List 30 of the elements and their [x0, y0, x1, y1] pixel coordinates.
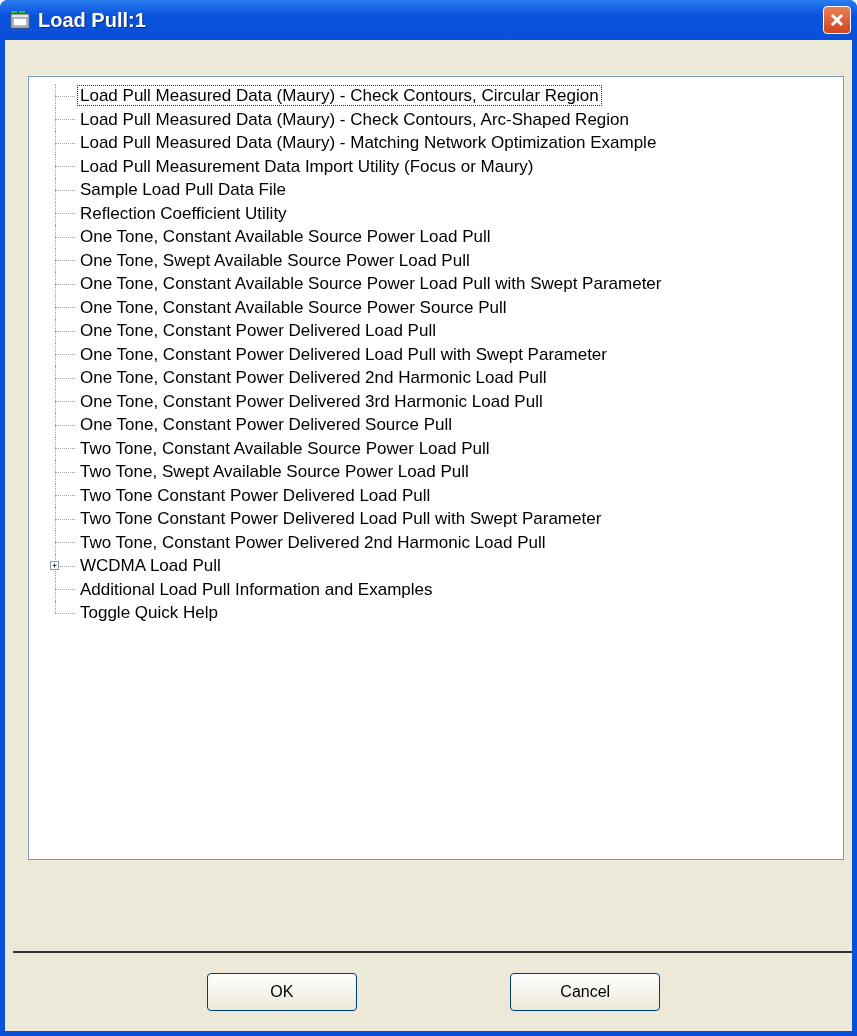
tree-item[interactable]: One Tone, Constant Available Source Power Load Pull	[77, 226, 494, 248]
tree-item[interactable]: WCDMA Load Pull	[77, 555, 224, 577]
tree-item[interactable]: Additional Load Pull Information and Examples	[77, 578, 436, 600]
tree-item[interactable]: Two Tone Constant Power Delivered Load Pull with Swept Parameter	[77, 508, 605, 530]
tree-item[interactable]: Two Tone, Constant Available Source Power Load Pull	[77, 437, 493, 459]
tree-item[interactable]: Load Pull Measured Data (Maury) - Check Contours, Circular Region	[77, 85, 602, 107]
tree-item[interactable]: One Tone, Constant Available Source Power Source Pull	[77, 296, 510, 318]
tree-item[interactable]: One Tone, Constant Power Delivered Load Pull	[77, 320, 439, 342]
tree-item[interactable]: One Tone, Constant Power Delivered Source Pull	[77, 414, 455, 436]
tree-item[interactable]: Sample Load Pull Data File	[77, 179, 289, 201]
cancel-button[interactable]: Cancel	[510, 973, 661, 1011]
tree-item[interactable]: One Tone, Swept Available Source Power Load Pull	[77, 249, 473, 271]
tree-item[interactable]: Two Tone Constant Power Delivered Load Pull	[77, 484, 434, 506]
tree-item[interactable]: One Tone, Constant Power Delivered 3rd Harmonic Load Pull	[77, 390, 546, 412]
close-button[interactable]	[823, 6, 851, 34]
app-window-icon	[10, 10, 30, 30]
tree-item[interactable]: One Tone, Constant Available Source Power Load Pull with Swept Parameter	[77, 273, 665, 295]
tree-item[interactable]: Reflection Coefficient Utility	[77, 202, 290, 224]
tree-item[interactable]: One Tone, Constant Power Delivered 2nd Harmonic Load Pull	[77, 367, 550, 389]
expand-icon[interactable]	[50, 560, 59, 570]
tree-item[interactable]: Two Tone, Constant Power Delivered 2nd Harmonic Load Pull	[77, 531, 549, 553]
ok-button[interactable]: OK	[206, 973, 357, 1011]
tree-item[interactable]: Load Pull Measurement Data Import Utility (Focus or Maury)	[77, 155, 537, 177]
tree-item[interactable]: Load Pull Measured Data (Maury) - Matching Network Optimization Example	[77, 132, 660, 154]
tree-item[interactable]: Two Tone, Swept Available Source Power Load Pull	[77, 461, 472, 483]
tree-item[interactable]: Toggle Quick Help	[77, 602, 221, 624]
window-title: Load Pull:1	[38, 8, 147, 32]
tree-item[interactable]: Load Pull Measured Data (Maury) - Check Contours, Arc-Shaped Region	[77, 108, 632, 130]
tree-item[interactable]: One Tone, Constant Power Delivered Load Pull with Swept Parameter	[77, 343, 610, 365]
close-icon	[829, 12, 845, 28]
